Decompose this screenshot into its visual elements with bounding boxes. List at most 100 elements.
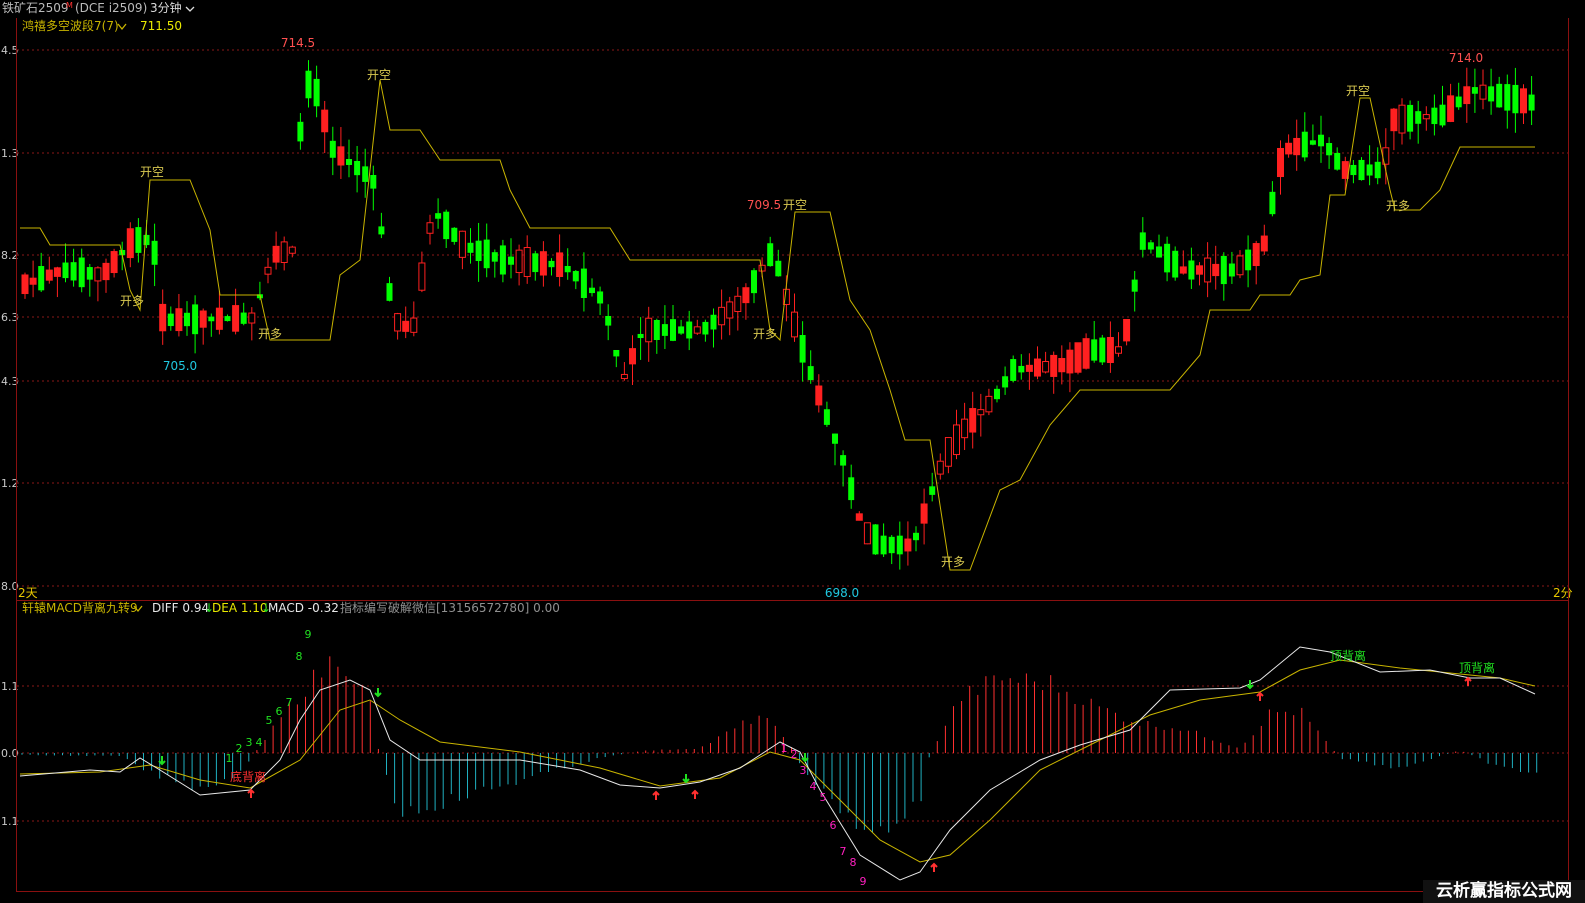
- nine-turn-up-count: 9: [305, 628, 312, 641]
- candle-down: [313, 78, 320, 107]
- candle-up-fill: [103, 263, 109, 280]
- candle-down: [297, 121, 304, 142]
- macd-readout: MACD -0.32: [268, 601, 339, 615]
- nine-turn-down-count: 8: [850, 856, 857, 869]
- candle-up: [1204, 257, 1212, 283]
- candle-down: [362, 166, 369, 182]
- candle-up: [1236, 255, 1244, 276]
- candle-down: [799, 335, 806, 363]
- arrow-up-icon: [1256, 691, 1264, 701]
- top-divergence-label: 顶背离: [1459, 660, 1495, 675]
- arrow-down-icon: [374, 688, 382, 698]
- candle-down: [605, 315, 612, 326]
- candle-up-fill: [1463, 86, 1470, 104]
- arrow-up-icon: [247, 788, 255, 798]
- candle-down: [670, 319, 676, 341]
- candle-up-fill: [556, 252, 563, 277]
- period-label-left: 2天: [18, 586, 38, 600]
- candle-up-fill: [232, 305, 239, 332]
- candle-down: [710, 314, 717, 330]
- candle-up-fill: [1342, 161, 1349, 179]
- candle-down: [1471, 87, 1478, 94]
- nine-turn-up-count: 5: [266, 714, 273, 727]
- nine-turn-down-count: 1: [781, 742, 788, 755]
- candle-down: [467, 242, 474, 253]
- candle-down: [192, 304, 199, 335]
- candle-up-fill: [54, 267, 61, 277]
- high-price-label: 714.5: [281, 36, 315, 50]
- candle-up: [1115, 346, 1122, 354]
- candle-up: [936, 460, 944, 475]
- candle-down: [1528, 94, 1535, 111]
- candle-down: [1220, 255, 1227, 285]
- nine-turn-down-count: 3: [800, 764, 807, 777]
- candle-up: [1398, 104, 1406, 134]
- main-indicator-value: 711.50: [140, 19, 182, 33]
- chevron-down-icon: [117, 23, 127, 31]
- candle-down: [832, 433, 838, 444]
- candle-up: [1422, 114, 1430, 120]
- candle-up-fill: [1285, 143, 1292, 154]
- candle-up-fill: [904, 539, 911, 551]
- candle-down: [929, 486, 936, 495]
- candle-down: [443, 211, 450, 240]
- candle-down: [1334, 152, 1341, 170]
- candle-down: [499, 245, 506, 275]
- nine-turn-up-count: 6: [276, 705, 283, 718]
- candle-down: [151, 240, 158, 265]
- candle-down: [1156, 246, 1162, 258]
- nine-turn-up-count: 2: [236, 742, 243, 755]
- candle-down: [767, 243, 774, 267]
- left-axis-line: [16, 18, 17, 892]
- candle-up: [758, 264, 766, 272]
- candle-down: [823, 409, 830, 425]
- candle-up: [726, 301, 734, 319]
- candle-down: [1374, 161, 1381, 179]
- candle-down: [564, 265, 571, 273]
- candle-up-fill: [321, 110, 328, 132]
- candle-down: [1431, 107, 1438, 125]
- candle-down: [475, 240, 482, 262]
- signal-open-short: 开空: [1346, 84, 1370, 98]
- candle-down: [1326, 143, 1333, 156]
- arrow-up-icon: [691, 789, 699, 799]
- candle-down: [370, 175, 377, 189]
- candle-down: [1407, 104, 1414, 132]
- chart-canvas[interactable]: 4.51.38.26.34.31.28.01.10.01.1开空开空开空开空开多…: [0, 0, 1585, 903]
- candle-down: [167, 313, 174, 327]
- sub-indicator-name: 轩辕MACD背离九转9: [22, 600, 138, 615]
- candle-up-fill: [856, 513, 863, 521]
- candle-down: [1309, 140, 1316, 145]
- candle-down: [775, 260, 782, 277]
- candle-down: [872, 524, 879, 555]
- candle-up-fill: [46, 270, 53, 281]
- candle-up-fill: [273, 246, 280, 263]
- candle-down: [184, 312, 190, 327]
- candle-down: [1172, 250, 1179, 278]
- candle-up: [977, 409, 985, 416]
- candle-down: [305, 70, 312, 99]
- candle-down: [1504, 84, 1511, 111]
- candle-up: [1479, 84, 1487, 100]
- candle-down: [1318, 134, 1324, 147]
- candle-up-fill: [111, 251, 118, 273]
- candle-down: [880, 535, 887, 555]
- candle-up-fill: [159, 304, 166, 331]
- candle-down: [807, 366, 814, 381]
- candle-down: [386, 283, 393, 301]
- signal-open-short: 开空: [783, 198, 807, 212]
- candle-down: [143, 234, 150, 246]
- candle-down: [888, 536, 895, 554]
- watermark: 云析赢指标公式网: [1423, 880, 1585, 903]
- candle-down: [1228, 263, 1235, 277]
- high-price-label: 709.5: [747, 198, 781, 212]
- candle-up-fill: [1123, 319, 1130, 341]
- candlesticks: [21, 60, 1535, 570]
- signal-open-long: 开多: [258, 327, 282, 341]
- candle-up-fill: [127, 228, 134, 258]
- period-label-right: 2分: [1553, 586, 1573, 600]
- nine-turn-down-count: 2: [791, 748, 798, 761]
- arrow-down-icon: [1246, 680, 1254, 690]
- candle-down: [994, 388, 1000, 400]
- candle-up: [264, 266, 272, 275]
